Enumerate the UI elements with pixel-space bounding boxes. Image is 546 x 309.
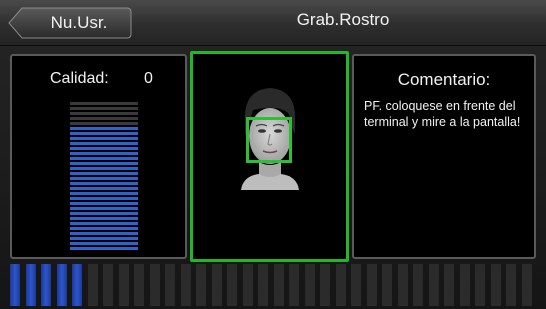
quality-meter-bar — [70, 197, 138, 200]
progress-segment — [506, 264, 516, 306]
quality-meter-bar — [70, 177, 138, 180]
quality-panel: Calidad: 0 — [10, 54, 187, 259]
top-bar: Nu.Usr. Grab.Rostro — [0, 0, 546, 46]
camera-preview — [190, 51, 349, 262]
quality-meter-bar — [70, 117, 138, 120]
quality-meter-bar — [70, 102, 138, 105]
capture-progress — [10, 264, 536, 306]
quality-meter-bar — [70, 137, 138, 140]
quality-meter-bar — [70, 232, 138, 235]
face-detection-frame — [246, 117, 292, 163]
quality-meter — [70, 102, 138, 252]
progress-segment — [366, 264, 377, 306]
quality-meter-bar — [70, 157, 138, 160]
quality-meter-bar — [70, 142, 138, 145]
progress-segment — [103, 264, 113, 306]
quality-meter-bar — [70, 207, 138, 210]
progress-segment — [397, 264, 408, 306]
progress-segment — [72, 264, 82, 306]
comment-title: Comentario: — [397, 70, 491, 89]
comment-panel: Comentario: PF. coloquese en frente del … — [352, 54, 536, 259]
progress-segment — [428, 264, 439, 306]
quality-meter-bar — [70, 217, 138, 220]
quality-meter-bar — [70, 162, 138, 165]
progress-segment — [149, 264, 160, 306]
quality-meter-bar — [70, 182, 138, 185]
progress-segment — [118, 264, 129, 306]
progress-segment — [10, 264, 20, 306]
progress-segment — [41, 264, 51, 306]
back-button[interactable]: Nu.Usr. — [8, 7, 132, 39]
progress-segment — [134, 264, 144, 306]
progress-segment — [289, 264, 299, 306]
progress-segment — [521, 264, 532, 306]
progress-segment — [87, 264, 98, 306]
quality-meter-bar — [70, 172, 138, 175]
progress-segment — [242, 264, 253, 306]
progress-segment — [180, 264, 191, 306]
progress-segment — [56, 264, 67, 306]
progress-segment — [165, 264, 175, 306]
page-title: Grab.Rostro — [296, 10, 390, 29]
progress-segment — [25, 264, 36, 306]
quality-meter-bar — [70, 107, 138, 110]
quality-meter-bar — [70, 202, 138, 205]
progress-segment — [196, 264, 206, 306]
quality-meter-bar — [70, 132, 138, 135]
progress-segment — [444, 264, 454, 306]
progress-segment — [475, 264, 485, 306]
quality-meter-bar — [70, 112, 138, 115]
progress-segment — [351, 264, 361, 306]
face-enroll-screen: Nu.Usr. Grab.Rostro Calidad: 0 Comentari… — [0, 0, 546, 309]
progress-segment — [382, 264, 392, 306]
quality-meter-bar — [70, 152, 138, 155]
quality-meter-bar — [70, 147, 138, 150]
progress-segment — [273, 264, 284, 306]
progress-segment — [304, 264, 315, 306]
quality-meter-bar — [70, 227, 138, 230]
comment-text: PF. coloquese en frente del terminal y m… — [364, 99, 521, 129]
quality-meter-bar — [70, 187, 138, 190]
progress-segment — [258, 264, 268, 306]
progress-segment — [335, 264, 346, 306]
progress-segment — [490, 264, 501, 306]
quality-meter-bar — [70, 167, 138, 170]
back-button-label: Nu.Usr. — [50, 13, 108, 32]
quality-meter-bar — [70, 192, 138, 195]
quality-label: Calidad: — [50, 70, 109, 87]
quality-meter-bar — [70, 127, 138, 130]
quality-value: 0 — [144, 70, 153, 87]
quality-meter-bar — [70, 122, 138, 125]
progress-segment — [211, 264, 222, 306]
progress-segment — [459, 264, 470, 306]
progress-segment — [320, 264, 330, 306]
quality-meter-bar — [70, 222, 138, 225]
quality-meter-bar — [70, 247, 138, 250]
quality-meter-bar — [70, 242, 138, 245]
quality-meter-bar — [70, 237, 138, 240]
progress-segment — [227, 264, 237, 306]
progress-segment — [413, 264, 423, 306]
quality-meter-bar — [70, 212, 138, 215]
